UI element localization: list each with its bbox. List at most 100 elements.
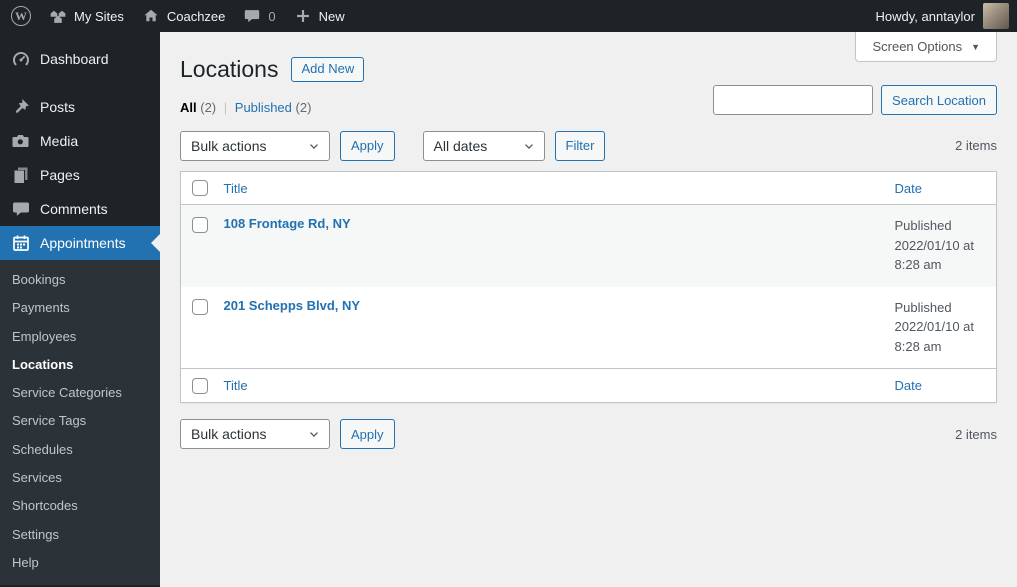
my-sites-menu[interactable]: My Sites bbox=[40, 0, 133, 32]
view-all-count: (2) bbox=[200, 99, 217, 115]
submenu-item-schedules[interactable]: Schedules bbox=[0, 436, 160, 464]
views-separator: | bbox=[223, 99, 228, 115]
bulk-actions-select-bottom[interactable]: Bulk actions bbox=[180, 419, 330, 450]
comment-icon bbox=[13, 202, 29, 216]
search-location-button[interactable]: Search Location bbox=[881, 85, 997, 115]
submenu-item-settings[interactable]: Settings bbox=[0, 521, 160, 549]
view-published-link[interactable]: Published bbox=[235, 100, 292, 115]
filter-button[interactable]: Filter bbox=[554, 130, 606, 161]
sidebar-item-label: Comments bbox=[40, 201, 108, 217]
howdy-text: Howdy, anntaylor bbox=[875, 8, 975, 24]
home-icon bbox=[144, 9, 158, 22]
comments-count: 0 bbox=[268, 8, 276, 24]
publish-datetime: 2022/01/10 at 8:28 am bbox=[894, 319, 975, 354]
add-new-button[interactable]: Add New bbox=[291, 57, 365, 83]
items-count: 2 items bbox=[955, 138, 997, 154]
sidebar-item-label: Appointments bbox=[40, 235, 126, 251]
admin-sidebar-menu: Dashboard Posts Media Pages Comments App… bbox=[0, 32, 160, 587]
submenu-item-help[interactable]: Help bbox=[0, 549, 160, 577]
sidebar-item-dashboard[interactable]: Dashboard bbox=[0, 42, 160, 76]
apply-button-bottom[interactable]: Apply bbox=[340, 419, 395, 450]
publish-status: Published bbox=[894, 299, 952, 315]
screen-options-button[interactable]: Screen Options ▼ bbox=[855, 32, 997, 62]
wordpress-menu-button[interactable]: W bbox=[2, 0, 40, 32]
pushpin-icon bbox=[16, 99, 29, 113]
sidebar-item-posts[interactable]: Posts bbox=[0, 90, 160, 124]
table-row: 201 Schepps Blvd, NY Published 2022/01/1… bbox=[181, 287, 997, 369]
bulk-actions-value: Bulk actions bbox=[191, 426, 267, 443]
user-avatar bbox=[983, 3, 1009, 29]
submenu-item-service-tags[interactable]: Service Tags bbox=[0, 407, 160, 435]
publish-datetime: 2022/01/10 at 8:28 am bbox=[894, 237, 975, 273]
network-houses-icon bbox=[50, 10, 66, 23]
search-input[interactable] bbox=[713, 85, 874, 115]
new-label: New bbox=[318, 8, 345, 24]
locations-table: Title Date 108 Frontage Rd, NY Published… bbox=[180, 170, 997, 404]
row-checkbox[interactable] bbox=[192, 298, 208, 315]
chevron-down-icon bbox=[310, 432, 318, 438]
chevron-down-icon bbox=[524, 144, 533, 149]
submenu-item-payments[interactable]: Payments bbox=[0, 294, 160, 322]
tablenav-top: Bulk actions Apply All dates Filter 2 it… bbox=[180, 130, 997, 161]
date-cell: Published 2022/01/10 at 8:28 am bbox=[885, 205, 997, 287]
column-footer-title: Title bbox=[213, 368, 885, 403]
submenu-item-services[interactable]: Services bbox=[0, 464, 160, 492]
items-count: 2 items bbox=[955, 426, 997, 442]
page-title: Locations bbox=[180, 56, 279, 82]
row-checkbox[interactable] bbox=[192, 217, 208, 234]
sidebar-item-label: Pages bbox=[40, 167, 80, 183]
sort-date-link[interactable]: Date bbox=[895, 181, 922, 196]
account-menu[interactable]: Howdy, anntaylor bbox=[867, 0, 1017, 32]
submenu-item-service-categories[interactable]: Service Categories bbox=[0, 379, 160, 407]
new-content-menu[interactable]: New bbox=[285, 0, 354, 32]
sidebar-item-comments[interactable]: Comments bbox=[0, 192, 160, 226]
screen-options-label: Screen Options bbox=[872, 39, 963, 54]
select-all-checkbox[interactable] bbox=[192, 180, 208, 197]
bulk-actions-select[interactable]: Bulk actions bbox=[180, 130, 330, 161]
submenu-item-shortcodes[interactable]: Shortcodes bbox=[0, 492, 160, 520]
sidebar-item-label: Media bbox=[40, 133, 79, 149]
column-footer-date: Date bbox=[884, 368, 997, 403]
comment-bubble-icon bbox=[245, 10, 260, 23]
sidebar-item-label: Posts bbox=[40, 99, 76, 115]
site-name-label: Coachzee bbox=[166, 8, 226, 24]
bulk-actions-value: Bulk actions bbox=[191, 137, 267, 154]
submenu-item-locations[interactable]: Locations bbox=[0, 351, 160, 379]
column-header-title: Title bbox=[213, 171, 885, 206]
main-content: Screen Options ▼ Locations Add New Searc… bbox=[160, 32, 1017, 587]
sort-title-link[interactable]: Title bbox=[224, 181, 248, 196]
submenu-item-employees[interactable]: Employees bbox=[0, 323, 160, 351]
location-title-link[interactable]: 201 Schepps Blvd, NY bbox=[224, 298, 361, 313]
site-name-menu[interactable]: Coachzee bbox=[133, 0, 235, 32]
appointments-submenu: Bookings Payments Employees Locations Se… bbox=[0, 260, 160, 586]
tablenav-bottom: Bulk actions Apply 2 items bbox=[180, 419, 997, 450]
column-header-date: Date bbox=[884, 171, 997, 206]
comments-shortcut[interactable]: 0 bbox=[234, 0, 284, 32]
view-published-count: (2) bbox=[295, 99, 312, 115]
sort-title-link[interactable]: Title bbox=[224, 378, 248, 393]
current-menu-arrow bbox=[151, 234, 160, 252]
admin-toolbar: W My Sites Coachzee 0 New Howdy, anntayl… bbox=[0, 0, 1017, 32]
sidebar-item-pages[interactable]: Pages bbox=[0, 158, 160, 192]
pages-icon bbox=[14, 167, 28, 183]
chevron-down-icon bbox=[310, 144, 318, 149]
dashboard-gauge-icon bbox=[13, 52, 29, 66]
camera-icon bbox=[12, 135, 29, 147]
calendar-icon bbox=[13, 235, 29, 251]
publish-status: Published bbox=[894, 218, 952, 234]
sidebar-item-appointments[interactable]: Appointments bbox=[0, 226, 160, 260]
all-dates-select[interactable]: All dates bbox=[422, 130, 545, 161]
wordpress-logo-icon: W bbox=[11, 6, 31, 26]
all-dates-value: All dates bbox=[433, 137, 488, 154]
location-title-link[interactable]: 108 Frontage Rd, NY bbox=[224, 216, 351, 231]
plus-icon bbox=[296, 10, 309, 22]
chevron-down-icon: ▼ bbox=[971, 41, 980, 52]
sidebar-item-media[interactable]: Media bbox=[0, 124, 160, 158]
sort-date-link[interactable]: Date bbox=[895, 378, 922, 393]
view-all-link[interactable]: All bbox=[180, 100, 197, 115]
submenu-item-bookings[interactable]: Bookings bbox=[0, 266, 160, 294]
select-all-checkbox[interactable] bbox=[192, 378, 208, 395]
table-row: 108 Frontage Rd, NY Published 2022/01/10… bbox=[180, 204, 997, 287]
apply-button[interactable]: Apply bbox=[340, 130, 395, 161]
search-box: Search Location bbox=[713, 85, 997, 115]
